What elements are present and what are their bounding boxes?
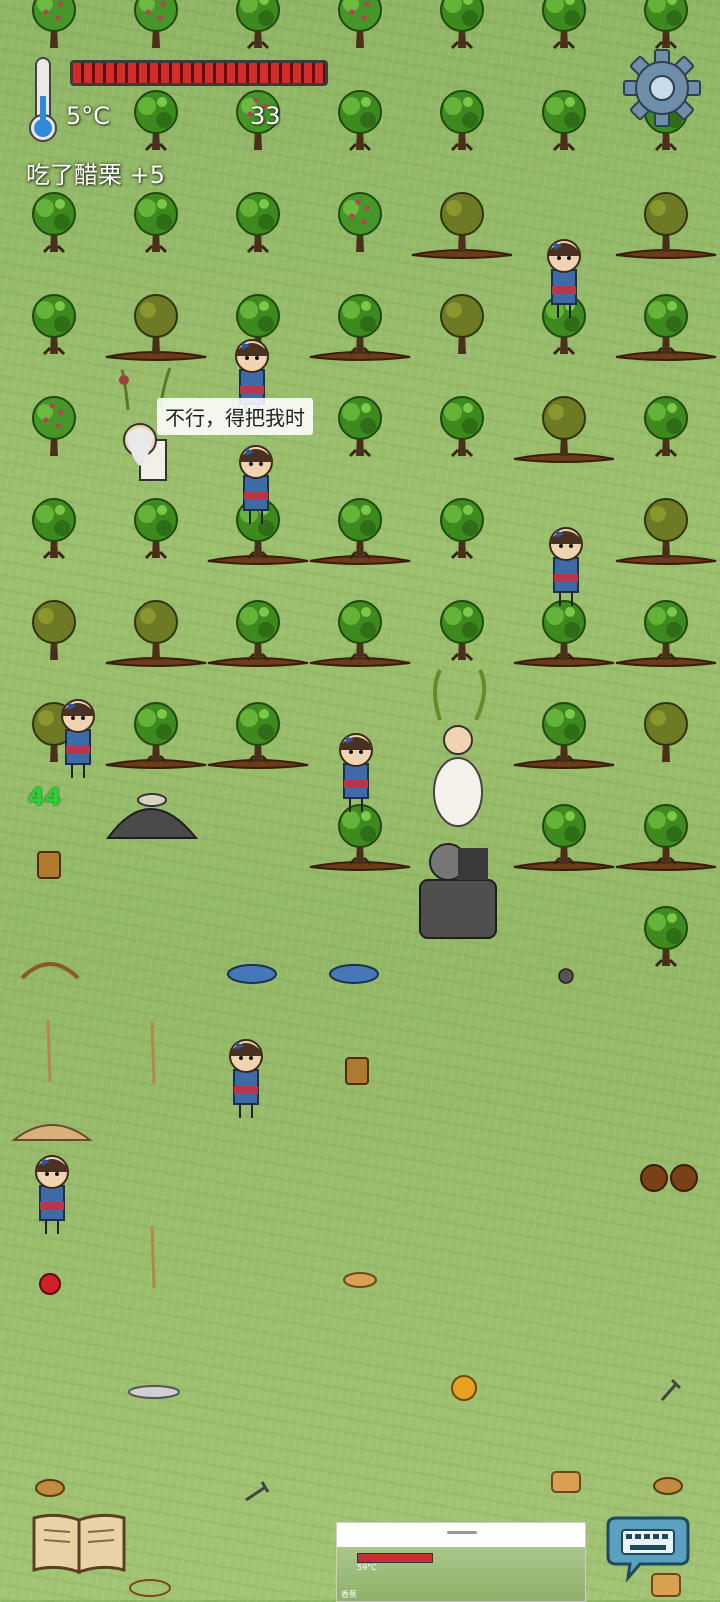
age-label: 44 <box>28 783 62 811</box>
player-character-left[interactable] <box>61 699 95 779</box>
gear-icon[interactable] <box>622 48 702 128</box>
preview-temperature: 59°C <box>357 1563 377 1572</box>
food-meter-fill <box>73 63 325 83</box>
player-character-sheep[interactable] <box>433 669 487 827</box>
red-berry-item[interactable] <box>39 1273 61 1295</box>
stake-3[interactable] <box>150 1225 156 1289</box>
player-character-middle[interactable] <box>339 733 373 813</box>
wooden-bucket-2[interactable] <box>345 1057 369 1085</box>
flint-chip[interactable] <box>128 1385 180 1399</box>
status-message: 吃了醋栗 +5 <box>26 161 166 189</box>
basket-small[interactable] <box>35 1479 65 1497</box>
temperature-label: 5°C <box>66 102 111 130</box>
player-character-curly[interactable] <box>549 527 583 607</box>
picture-in-picture-preview[interactable]: 59°C 香蕉 <box>336 1522 586 1602</box>
food-meter <box>70 60 328 86</box>
preview-game-view: 59°C 香蕉 <box>337 1547 585 1601</box>
flat-bread-1[interactable] <box>343 1272 377 1288</box>
tree-row-4 <box>31 293 717 361</box>
stone-kiln[interactable] <box>106 793 199 839</box>
book-icon[interactable] <box>30 1510 128 1576</box>
tree-row-10 <box>643 905 689 968</box>
speech-bubble: 不行，得把我时 <box>157 398 313 435</box>
burdock-bush[interactable] <box>640 1164 698 1192</box>
preview-status: 香蕉 <box>341 1590 357 1599</box>
player-character-hat[interactable] <box>11 1124 93 1235</box>
round-stone[interactable] <box>558 968 574 984</box>
orange-item[interactable] <box>451 1375 477 1401</box>
stake-2[interactable] <box>150 1021 156 1085</box>
stone-well[interactable] <box>419 843 497 939</box>
preview-food-bar <box>357 1553 433 1563</box>
tree-row-9 <box>309 803 717 871</box>
net-item[interactable] <box>129 1579 171 1597</box>
hammer-item-1[interactable] <box>660 1378 682 1401</box>
keyboard-icon[interactable] <box>606 1512 690 1584</box>
tree-row-3 <box>31 191 717 259</box>
bow-item[interactable] <box>20 962 80 980</box>
blue-clothing-2[interactable] <box>329 964 379 984</box>
hammer-item-2[interactable] <box>245 1481 270 1502</box>
thermometer-icon <box>29 57 57 142</box>
tree-row-7 <box>32 599 717 667</box>
tree-row-2 <box>133 89 689 152</box>
blue-clothing-1[interactable] <box>227 964 277 984</box>
tree-row-6 <box>31 497 717 565</box>
game-world[interactable] <box>0 0 720 1600</box>
flat-bread-stack[interactable] <box>551 1471 581 1493</box>
yum-counter: 33 <box>250 102 281 130</box>
tree-row-1 <box>32 0 689 50</box>
preview-handle[interactable] <box>447 1531 477 1534</box>
player-character-walking[interactable] <box>229 1039 263 1119</box>
wooden-bucket-1[interactable] <box>37 851 61 879</box>
basket-right[interactable] <box>653 1477 683 1495</box>
stake-1[interactable] <box>46 1019 52 1083</box>
